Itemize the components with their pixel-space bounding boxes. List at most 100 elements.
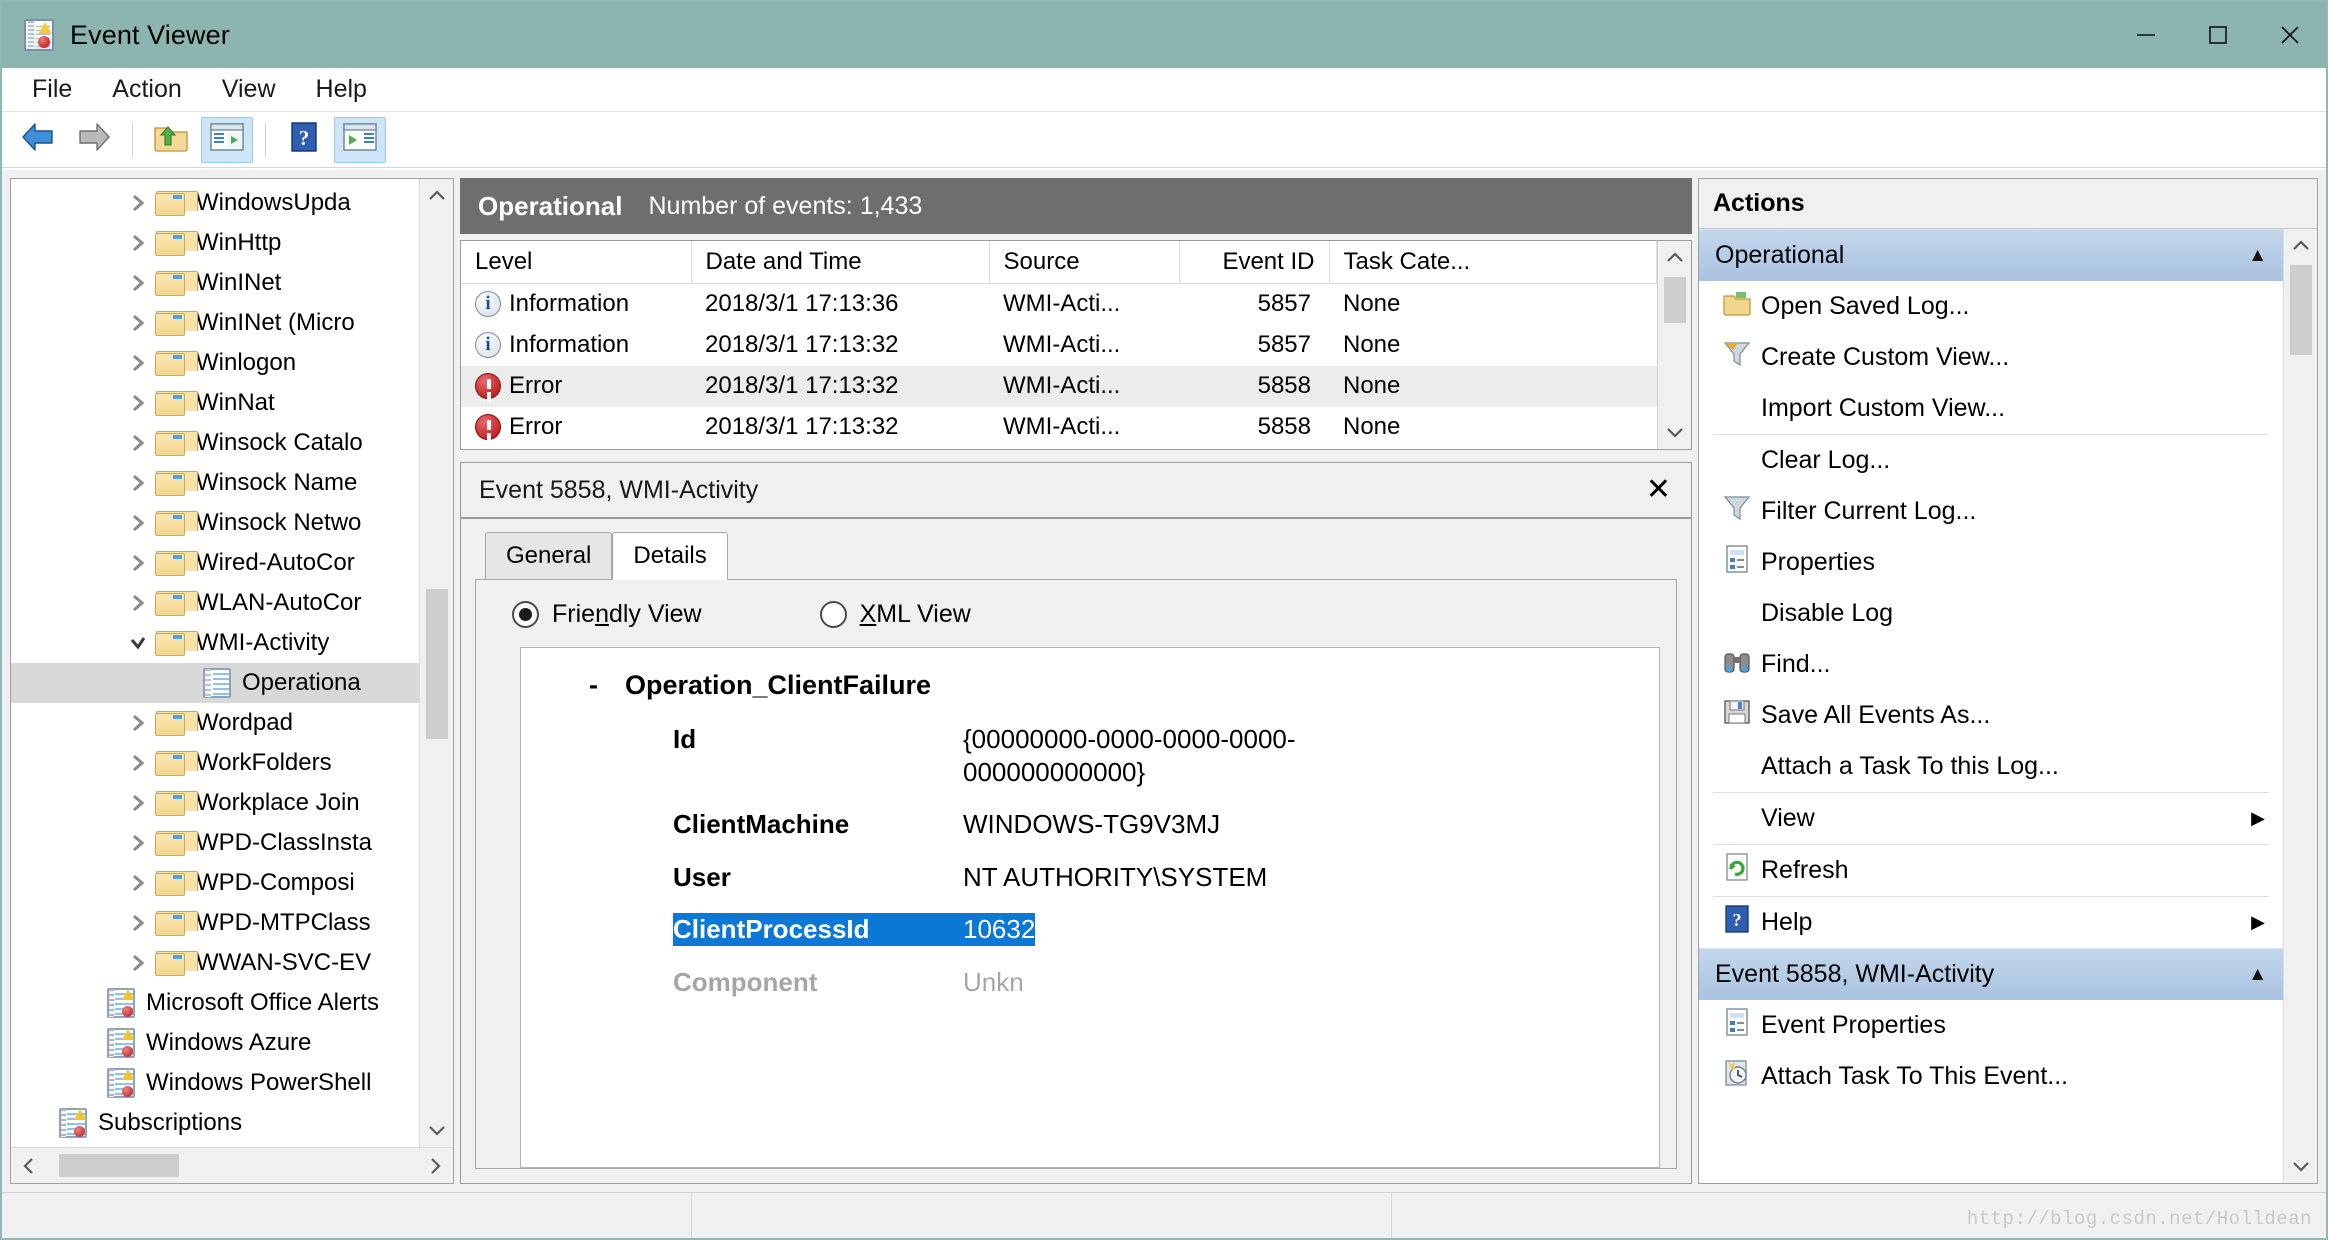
chevron-right-icon[interactable] bbox=[121, 553, 155, 574]
tree-item[interactable]: Wired-AutoCor bbox=[11, 543, 453, 583]
menu-view[interactable]: View bbox=[202, 73, 296, 106]
tree-item[interactable]: Microsoft Office Alerts bbox=[11, 983, 453, 1023]
tree-item[interactable]: Winlogon bbox=[11, 343, 453, 383]
column-header-event-id[interactable]: Event ID bbox=[1179, 241, 1330, 284]
chevron-right-icon[interactable] bbox=[121, 313, 155, 334]
event-data-field[interactable]: ClientMachine WINDOWS-TG9V3MJ bbox=[521, 808, 1659, 841]
chevron-right-icon[interactable] bbox=[121, 713, 155, 734]
radio-xml-view[interactable]: XML View bbox=[819, 600, 971, 629]
chevron-right-icon[interactable] bbox=[121, 593, 155, 614]
tree-item[interactable]: Subscriptions bbox=[11, 1103, 453, 1143]
action-item[interactable]: Refresh bbox=[1699, 845, 2283, 896]
tree-item[interactable]: WinINet (Micro bbox=[11, 303, 453, 343]
chevron-right-icon[interactable] bbox=[121, 873, 155, 894]
radio-friendly-view[interactable]: Friendly View bbox=[512, 600, 702, 629]
maximize-button[interactable] bbox=[2182, 2, 2254, 68]
chevron-right-icon[interactable] bbox=[121, 833, 155, 854]
action-item[interactable]: Open Saved Log... bbox=[1699, 281, 2283, 332]
show-hide-console-tree-button[interactable] bbox=[201, 116, 253, 163]
collapse-minus-icon[interactable]: - bbox=[589, 670, 625, 701]
actions-scroll-down-button[interactable] bbox=[2284, 1149, 2317, 1183]
column-header-level[interactable]: Level bbox=[461, 241, 692, 284]
event-row[interactable]: Error 2018/3/1 17:13:32 WMI-Acti... 5858 Non… bbox=[461, 407, 1657, 448]
action-item[interactable]: View ▶ bbox=[1699, 793, 2283, 844]
chevron-right-icon[interactable] bbox=[121, 233, 155, 254]
action-item[interactable]: Attach Task To This Event... bbox=[1699, 1051, 2283, 1102]
friendly-view-content[interactable]: - Operation_ClientFailure Id {00000000-00… bbox=[520, 647, 1660, 1168]
tree-item[interactable]: WorkFolders bbox=[11, 743, 453, 783]
tree-item[interactable]: WindowsUpda bbox=[11, 183, 453, 223]
action-item[interactable]: Find... bbox=[1699, 639, 2283, 690]
tree-item[interactable]: WinNat bbox=[11, 383, 453, 423]
tree-item[interactable]: Winsock Catalo bbox=[11, 423, 453, 463]
scroll-up-button[interactable] bbox=[420, 179, 453, 213]
chevron-right-icon[interactable] bbox=[121, 433, 155, 454]
action-item[interactable]: Import Custom View... bbox=[1699, 383, 2283, 434]
tab-details[interactable]: Details bbox=[612, 532, 728, 580]
up-one-level-button[interactable] bbox=[145, 117, 197, 163]
event-data-field[interactable]: Id {00000000-0000-0000-0000-000000000000} bbox=[521, 723, 1659, 788]
scroll-left-button[interactable] bbox=[11, 1148, 47, 1183]
chevron-right-icon[interactable] bbox=[121, 953, 155, 974]
event-scroll-up-button[interactable] bbox=[1658, 241, 1691, 275]
tree-item[interactable]: Windows PowerShell bbox=[11, 1063, 453, 1103]
close-icon[interactable]: ✕ bbox=[1640, 475, 1677, 505]
scroll-down-button[interactable] bbox=[420, 1113, 453, 1147]
tree-item[interactable]: WinHttp bbox=[11, 223, 453, 263]
action-item[interactable]: ? Help ▶ bbox=[1699, 897, 2283, 948]
chevron-right-icon[interactable] bbox=[121, 513, 155, 534]
tree-item[interactable]: Operationa bbox=[11, 663, 453, 703]
tree-scroll-thumb[interactable] bbox=[426, 589, 448, 739]
triangle-up-icon[interactable]: ▲ bbox=[2248, 964, 2267, 986]
chevron-right-icon[interactable] bbox=[121, 473, 155, 494]
tree-item[interactable]: WPD-MTPClass bbox=[11, 903, 453, 943]
actions-scrollbar[interactable] bbox=[2283, 229, 2317, 1183]
chevron-right-icon[interactable] bbox=[121, 273, 155, 294]
show-hide-action-pane-button[interactable] bbox=[334, 116, 386, 163]
event-data-field[interactable]: Component Unkn bbox=[521, 966, 1659, 999]
actions-scroll-up-button[interactable] bbox=[2284, 229, 2317, 263]
menu-file[interactable]: File bbox=[12, 73, 92, 106]
tree-item[interactable]: WinINet bbox=[11, 263, 453, 303]
minimize-button[interactable] bbox=[2110, 2, 2182, 68]
tree-item[interactable]: WLAN-AutoCor bbox=[11, 583, 453, 623]
chevron-right-icon[interactable] bbox=[121, 753, 155, 774]
action-item[interactable]: Properties bbox=[1699, 537, 2283, 588]
event-row[interactable]: Information 2018/3/1 17:13:36 WMI-Acti... 5… bbox=[461, 284, 1657, 325]
action-item[interactable]: Event Properties bbox=[1699, 1000, 2283, 1051]
tree-item[interactable]: WMI-Activity bbox=[11, 623, 453, 663]
action-item[interactable]: Filter Current Log... bbox=[1699, 486, 2283, 537]
column-header-source[interactable]: Source bbox=[989, 241, 1180, 284]
tree-item[interactable]: Wordpad bbox=[11, 703, 453, 743]
triangle-up-icon[interactable]: ▲ bbox=[2248, 245, 2267, 267]
actions-scroll-thumb[interactable] bbox=[2290, 265, 2312, 355]
action-item[interactable]: Create Custom View... bbox=[1699, 332, 2283, 383]
actions-group-header[interactable]: Operational ▲ bbox=[1699, 229, 2283, 281]
tree-item[interactable]: Windows Azure bbox=[11, 1023, 453, 1063]
actions-group-header[interactable]: Event 5858, WMI-Activity ▲ bbox=[1699, 948, 2283, 1000]
event-data-root-node[interactable]: - Operation_ClientFailure bbox=[521, 670, 1659, 701]
event-scroll-down-button[interactable] bbox=[1658, 415, 1691, 449]
action-item[interactable]: Attach a Task To this Log... bbox=[1699, 741, 2283, 792]
chevron-right-icon[interactable] bbox=[121, 193, 155, 214]
chevron-right-icon[interactable] bbox=[121, 393, 155, 414]
event-row[interactable]: Error 2018/3/1 17:13:32 WMI-Acti... 5858 Non… bbox=[461, 365, 1657, 407]
scroll-right-button[interactable] bbox=[417, 1148, 453, 1183]
tree-item[interactable]: WPD-Composi bbox=[11, 863, 453, 903]
action-item[interactable]: Clear Log... bbox=[1699, 435, 2283, 486]
tree-hscroll-thumb[interactable] bbox=[59, 1154, 179, 1177]
tree-item[interactable]: Winsock Name bbox=[11, 463, 453, 503]
chevron-down-icon[interactable] bbox=[121, 633, 155, 654]
menu-help[interactable]: Help bbox=[296, 73, 387, 106]
action-item[interactable]: Save All Events As... bbox=[1699, 690, 2283, 741]
close-button[interactable] bbox=[2254, 2, 2326, 68]
action-item[interactable]: Disable Log bbox=[1699, 588, 2283, 639]
chevron-right-icon[interactable]: ▶ bbox=[2251, 808, 2265, 829]
chevron-right-icon[interactable] bbox=[121, 913, 155, 934]
column-header-task-category[interactable]: Task Cate... bbox=[1329, 241, 1657, 284]
menu-action[interactable]: Action bbox=[92, 73, 201, 106]
tree-item[interactable]: Winsock Netwo bbox=[11, 503, 453, 543]
event-row[interactable]: Information 2018/3/1 17:13:32 WMI-Acti... 5… bbox=[461, 325, 1657, 366]
event-scroll-thumb[interactable] bbox=[1664, 277, 1686, 323]
tree-vertical-scrollbar[interactable] bbox=[419, 179, 453, 1147]
